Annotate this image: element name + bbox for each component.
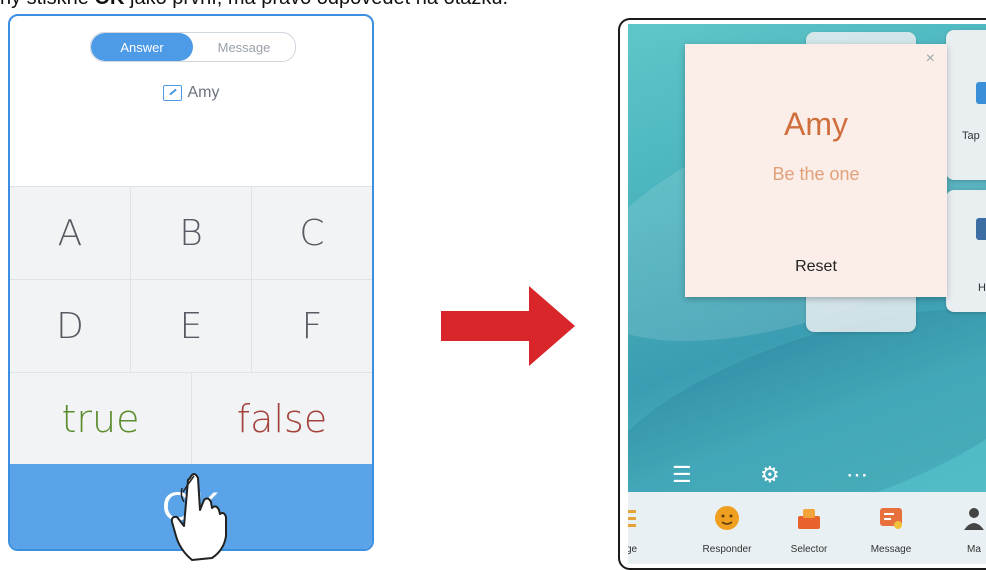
user-name: Amy xyxy=(187,84,220,101)
tablet-device: Tap H × Amy Be the one Reset ☰ ⚙ ⋯ udge … xyxy=(618,18,986,570)
key-e[interactable]: E xyxy=(131,280,251,372)
answer-message-toggle[interactable]: Answer Message xyxy=(90,32,296,62)
caption-suffix: jako první, má právo odpovědět na otázku… xyxy=(124,0,508,9)
divider xyxy=(10,279,372,280)
tab-message[interactable]: Message xyxy=(193,33,295,61)
caption-bold: OK xyxy=(94,0,124,9)
instruction-caption: ny stiskne OK jako první, má právo odpov… xyxy=(0,0,508,10)
divider xyxy=(251,187,252,372)
divider xyxy=(191,373,192,465)
key-a[interactable]: A xyxy=(10,187,130,279)
caption-prefix: ny stiskne xyxy=(0,0,94,9)
divider xyxy=(130,187,131,372)
edit-icon[interactable] xyxy=(162,85,182,101)
user-name-row[interactable]: Amy xyxy=(10,84,372,102)
key-true[interactable]: true xyxy=(10,373,191,465)
red-arrow-icon xyxy=(441,286,575,366)
key-c[interactable]: C xyxy=(252,187,372,279)
tab-answer[interactable]: Answer xyxy=(91,33,193,61)
tablet-bezel xyxy=(618,18,986,570)
key-d[interactable]: D xyxy=(10,280,130,372)
answer-keypad: A B C D E F true false xyxy=(10,186,372,465)
tapping-hand-icon xyxy=(170,473,227,561)
key-f[interactable]: F xyxy=(252,280,372,372)
key-b[interactable]: B xyxy=(131,187,251,279)
key-false[interactable]: false xyxy=(192,373,372,465)
